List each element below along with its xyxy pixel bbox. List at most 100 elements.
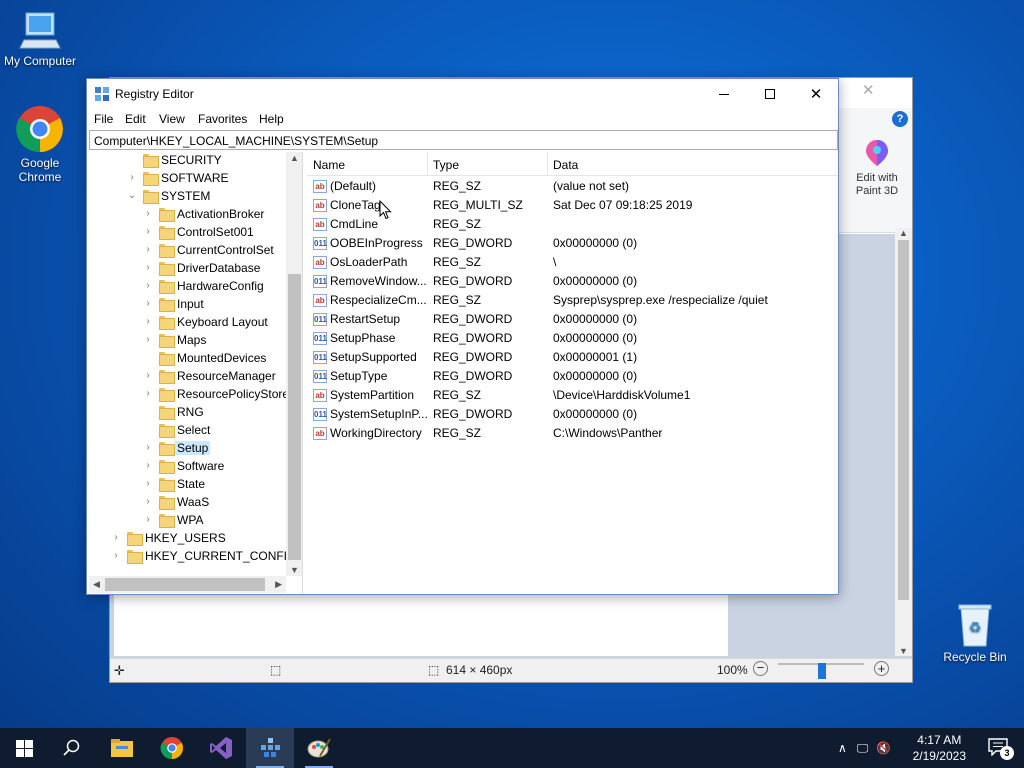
expand-chevron-icon[interactable]: › bbox=[143, 263, 153, 273]
taskbar-clock[interactable]: 4:17 AM 2/19/2023 bbox=[913, 732, 966, 764]
value-row-setuptype[interactable]: 011 SetupType REG_DWORD 0x00000000 (0) bbox=[307, 367, 838, 386]
value-row-osloaderpath[interactable]: ab OsLoaderPath REG_SZ \ bbox=[307, 253, 838, 272]
menu-file[interactable]: File bbox=[94, 112, 113, 126]
help-icon[interactable]: ? bbox=[892, 111, 908, 127]
value-type: REG_DWORD bbox=[433, 312, 513, 326]
menu-favorites[interactable]: Favorites bbox=[198, 112, 247, 126]
value-type: REG_DWORD bbox=[433, 369, 513, 383]
scroll-up-icon[interactable]: ▲ bbox=[290, 153, 299, 163]
close-button[interactable]: ✕ bbox=[793, 79, 839, 109]
expand-chevron-icon[interactable]: › bbox=[143, 479, 153, 489]
value-name: RemoveWindow... bbox=[330, 274, 427, 288]
value-row-systemsetupinprogress[interactable]: 011 SystemSetupInP... REG_DWORD 0x00000000 … bbox=[307, 405, 838, 424]
scroll-down-icon[interactable]: ▼ bbox=[899, 646, 908, 656]
edit-with-paint3d-button[interactable]: Edit with Paint 3D bbox=[847, 138, 907, 198]
scroll-down-icon[interactable]: ▼ bbox=[290, 565, 299, 575]
tree-vertical-scrollbar[interactable]: ▲ ▼ bbox=[286, 152, 302, 576]
zoom-in-icon[interactable]: + bbox=[874, 661, 889, 676]
value-type: REG_SZ bbox=[433, 179, 482, 193]
expand-chevron-icon[interactable]: › bbox=[143, 461, 153, 471]
expand-chevron-icon[interactable]: › bbox=[111, 533, 121, 543]
value-row-default[interactable]: ab (Default) REG_SZ (value not set) bbox=[307, 177, 838, 196]
expand-chevron-icon[interactable]: › bbox=[143, 209, 153, 219]
zoom-slider-thumb[interactable] bbox=[818, 663, 826, 679]
expand-chevron-icon[interactable]: › bbox=[143, 227, 153, 237]
column-divider[interactable] bbox=[427, 152, 428, 176]
expand-chevron-icon[interactable]: › bbox=[143, 317, 153, 327]
zoom-out-icon[interactable]: − bbox=[753, 661, 768, 676]
expand-chevron-icon[interactable]: › bbox=[127, 173, 137, 183]
tree-item-label: MountedDevices bbox=[177, 351, 267, 365]
paint-close-button[interactable]: ✕ bbox=[862, 81, 875, 99]
address-bar[interactable]: Computer\HKEY_LOCAL_MACHINE\SYSTEM\Setup bbox=[89, 130, 838, 150]
expand-chevron-icon[interactable]: › bbox=[143, 389, 153, 399]
collapse-chevron-icon[interactable]: ⌄ bbox=[127, 191, 137, 201]
tree-scroll-thumb[interactable] bbox=[288, 274, 301, 560]
taskbar-file-explorer[interactable] bbox=[98, 728, 146, 768]
expand-chevron-icon[interactable]: › bbox=[143, 371, 153, 381]
tree-hscroll-thumb[interactable] bbox=[105, 578, 265, 591]
expand-chevron-icon bbox=[143, 407, 153, 417]
start-button[interactable] bbox=[0, 728, 48, 768]
value-row-removewindow[interactable]: 011 RemoveWindow... REG_DWORD 0x00000000 (0… bbox=[307, 272, 838, 291]
expand-chevron-icon[interactable]: › bbox=[143, 299, 153, 309]
mouse-cursor-icon bbox=[379, 199, 392, 223]
value-row-systempartition[interactable]: ab SystemPartition REG_SZ \Device\HarddiskV… bbox=[307, 386, 838, 405]
zoom-level: 100% bbox=[717, 663, 748, 677]
paint-vertical-scrollbar[interactable]: ▲ ▼ bbox=[895, 228, 912, 656]
tree-item-label: Keyboard Layout bbox=[177, 315, 268, 329]
scroll-up-icon[interactable]: ▲ bbox=[899, 228, 908, 238]
string-value-icon: ab bbox=[313, 256, 327, 269]
value-row-setupsupported[interactable]: 011 SetupSupported REG_DWORD 0x00000001 (1) bbox=[307, 348, 838, 367]
search-button[interactable] bbox=[48, 728, 96, 768]
column-divider[interactable] bbox=[547, 152, 548, 176]
desktop-icon-my-computer[interactable]: My Computer bbox=[0, 8, 80, 68]
value-row-workingdirectory[interactable]: ab WorkingDirectory REG_SZ C:\Windows\Panth… bbox=[307, 424, 838, 443]
scroll-right-icon[interactable]: ▶ bbox=[275, 579, 282, 590]
expand-chevron-icon[interactable] bbox=[127, 155, 137, 165]
column-header-data[interactable]: Data bbox=[553, 158, 578, 172]
network-icon[interactable]: 🖵 bbox=[857, 741, 869, 756]
tree-item-label: ActivationBroker bbox=[177, 207, 265, 221]
column-header-name[interactable]: Name bbox=[313, 158, 345, 172]
volume-muted-icon[interactable]: 🔇 bbox=[876, 741, 891, 755]
value-data: C:\Windows\Panther bbox=[553, 426, 663, 440]
desktop-icon-label: My Computer bbox=[3, 54, 77, 68]
taskbar-paint[interactable] bbox=[295, 728, 343, 768]
scroll-left-icon[interactable]: ◀ bbox=[93, 579, 100, 590]
expand-chevron-icon[interactable]: › bbox=[143, 515, 153, 525]
taskbar-chrome[interactable] bbox=[148, 728, 196, 768]
taskbar-visual-studio[interactable] bbox=[197, 728, 245, 768]
regedit-titlebar[interactable]: Registry Editor ✕ bbox=[87, 79, 838, 109]
expand-chevron-icon[interactable]: › bbox=[143, 281, 153, 291]
paint3d-icon bbox=[866, 140, 888, 166]
value-row-restartsetup[interactable]: 011 RestartSetup REG_DWORD 0x00000000 (0) bbox=[307, 310, 838, 329]
paint-scroll-thumb[interactable] bbox=[898, 240, 909, 600]
tree-horizontal-scrollbar[interactable]: ◀ ▶ bbox=[89, 576, 286, 593]
column-header-type[interactable]: Type bbox=[433, 158, 459, 172]
desktop-icon-google-chrome[interactable]: Google Chrome bbox=[0, 104, 80, 184]
selection-size-icon: ⬚ bbox=[270, 663, 282, 677]
menu-view[interactable]: View bbox=[159, 112, 185, 126]
expand-chevron-icon[interactable]: › bbox=[143, 497, 153, 507]
show-hidden-icons-icon[interactable]: ∧ bbox=[838, 741, 847, 755]
taskbar-registry-editor[interactable] bbox=[246, 728, 294, 768]
action-center-button[interactable]: 3 bbox=[988, 738, 1014, 760]
menu-edit[interactable]: Edit bbox=[125, 112, 146, 126]
value-row-setupphase[interactable]: 011 SetupPhase REG_DWORD 0x00000000 (0) bbox=[307, 329, 838, 348]
image-size-icon: ⬚ bbox=[428, 663, 440, 677]
expand-chevron-icon[interactable]: › bbox=[143, 443, 153, 453]
expand-chevron-icon[interactable]: › bbox=[143, 245, 153, 255]
maximize-button[interactable] bbox=[747, 79, 793, 109]
expand-chevron-icon[interactable]: › bbox=[143, 335, 153, 345]
window-title: Registry Editor bbox=[115, 87, 194, 101]
registry-editor-icon bbox=[261, 738, 280, 757]
expand-chevron-icon[interactable]: › bbox=[111, 551, 121, 561]
minimize-button[interactable] bbox=[701, 79, 747, 109]
value-row-oobeinprogress[interactable]: 011 OOBEInProgress REG_DWORD 0x00000000 (0) bbox=[307, 234, 838, 253]
folder-icon bbox=[159, 316, 175, 330]
menu-help[interactable]: Help bbox=[259, 112, 284, 126]
desktop-icon-recycle-bin[interactable]: ♻ Recycle Bin bbox=[935, 602, 1015, 664]
value-row-respecializecmd[interactable]: ab RespecializeCm... REG_SZ Sysprep\sysprep… bbox=[307, 291, 838, 310]
tree-item-label: ControlSet001 bbox=[177, 225, 254, 239]
